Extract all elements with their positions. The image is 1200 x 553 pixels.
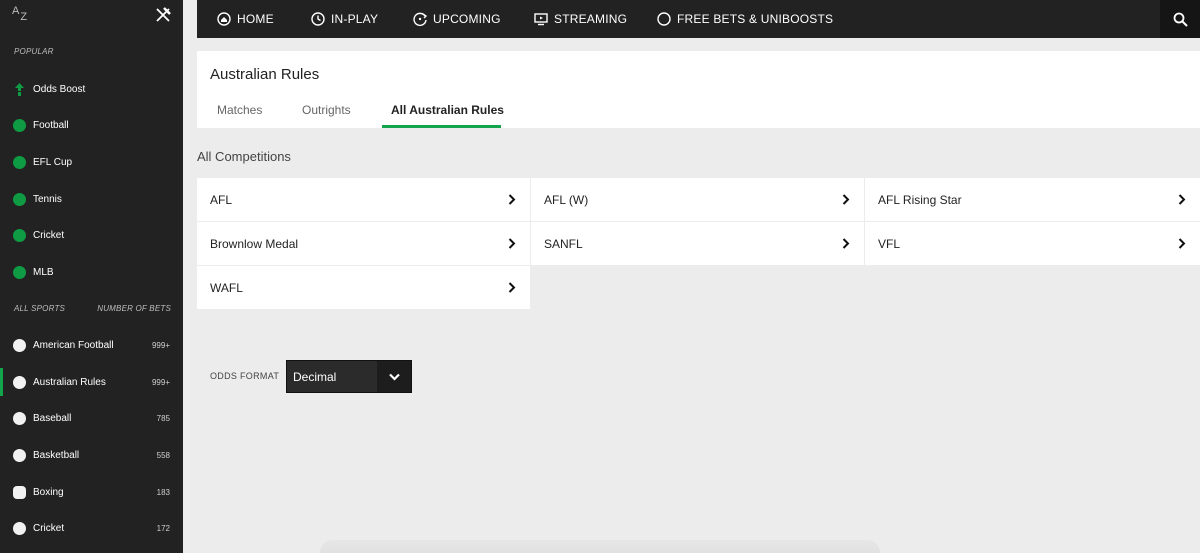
all-sports-heading: ALL SPORTS	[14, 304, 66, 313]
clock-icon	[311, 12, 325, 26]
active-tab-indicator	[382, 125, 501, 128]
nav-home[interactable]: HOME	[217, 0, 274, 38]
tennis-icon	[13, 192, 26, 206]
american-football-icon	[13, 338, 26, 352]
sidebar: AZ POPULAR Odds Boost Football EFL Cup T…	[0, 0, 183, 553]
sidebar-item-label: Baseball	[33, 412, 72, 424]
sidebar-item-efl-cup[interactable]: EFL Cup	[0, 144, 183, 180]
tab-all-australian-rules[interactable]: All Australian Rules	[391, 103, 504, 117]
sidebar-item-cricket-sport[interactable]: Cricket 172	[0, 510, 183, 546]
baseball-icon	[13, 265, 26, 279]
competition-vfl[interactable]: VFL	[865, 222, 1200, 265]
sidebar-item-label: Basketball	[33, 449, 80, 461]
sidebar-item-australian-rules[interactable]: Australian Rules 999+	[0, 364, 183, 400]
search-icon	[1173, 12, 1188, 27]
chevron-right-icon	[1178, 194, 1186, 205]
title-panel: Australian Rules Matches Outrights All A…	[197, 51, 1200, 128]
bet-count: 558	[156, 450, 170, 460]
footer-shadow	[320, 540, 880, 553]
competition-brownlow-medal[interactable]: Brownlow Medal	[197, 222, 530, 265]
tab-outrights[interactable]: Outrights	[302, 103, 351, 117]
sidebar-item-label: Cricket	[33, 522, 65, 534]
chevron-right-icon	[842, 238, 850, 249]
odds-format-select[interactable]: Decimal	[286, 360, 412, 393]
sidebar-item-label: EFL Cup	[33, 156, 73, 168]
competition-sanfl[interactable]: SANFL	[531, 222, 864, 265]
page-title: Australian Rules	[210, 66, 320, 83]
sidebar-item-label: Cricket	[33, 229, 65, 241]
search-button[interactable]	[1160, 0, 1200, 38]
section-heading: All Competitions	[197, 149, 291, 164]
sidebar-item-label: American Football	[33, 339, 114, 351]
sidebar-item-label: MLB	[33, 266, 54, 278]
odds-format-value: Decimal	[293, 370, 337, 384]
nav-upcoming[interactable]: UPCOMING	[413, 0, 501, 38]
sidebar-item-football[interactable]: Football	[0, 107, 183, 143]
chevron-right-icon	[842, 194, 850, 205]
chevron-right-icon	[508, 238, 516, 249]
basketball-icon	[13, 448, 26, 462]
sidebar-item-odds-boost[interactable]: Odds Boost	[0, 71, 183, 107]
sidebar-item-cricket[interactable]: Cricket	[0, 217, 183, 253]
top-nav: HOME IN-PLAY UPCOMING STREAMING FREE BET…	[197, 0, 1200, 38]
pin-icon[interactable]	[155, 7, 171, 23]
chevron-right-icon	[1178, 238, 1186, 249]
nav-free-bets[interactable]: FREE BETS & UNIBOOSTS	[657, 0, 833, 38]
home-icon	[217, 12, 231, 26]
nav-in-play[interactable]: IN-PLAY	[311, 0, 378, 38]
popular-heading: POPULAR	[14, 47, 54, 56]
sidebar-item-basketball[interactable]: Basketball 558	[0, 437, 183, 473]
odds-format-dropdown-button[interactable]	[377, 361, 411, 392]
cricket-icon	[13, 521, 26, 535]
sidebar-header: AZ	[0, 0, 183, 38]
competition-afl-w[interactable]: AFL (W)	[531, 178, 864, 221]
sidebar-item-label: Odds Boost	[33, 83, 86, 95]
sidebar-item-label: Boxing	[33, 486, 64, 498]
bet-count: 999+	[151, 340, 170, 350]
monitor-icon	[534, 13, 548, 26]
australian-rules-icon	[13, 375, 26, 389]
sidebar-item-label: Tennis	[33, 193, 62, 205]
chevron-right-icon	[508, 194, 516, 205]
az-sort-icon[interactable]: AZ	[12, 5, 27, 23]
bet-count: 999+	[151, 377, 170, 387]
sidebar-item-label: Football	[33, 119, 69, 131]
odds-format-label: ODDS FORMAT	[210, 371, 280, 381]
sidebar-item-baseball[interactable]: Baseball 785	[0, 400, 183, 436]
circle-icon	[657, 12, 671, 26]
baseball-icon	[13, 411, 26, 425]
sidebar-item-tennis[interactable]: Tennis	[0, 181, 183, 217]
upcoming-icon	[413, 12, 427, 26]
competition-wafl[interactable]: WAFL	[197, 266, 530, 309]
chevron-right-icon	[508, 282, 516, 293]
bet-count: 172	[156, 523, 170, 533]
sidebar-item-label: Australian Rules	[33, 376, 106, 388]
competition-afl-rising-star[interactable]: AFL Rising Star	[865, 178, 1200, 221]
sidebar-item-boxing[interactable]: Boxing 183	[0, 474, 183, 510]
sidebar-item-mlb[interactable]: MLB	[0, 254, 183, 290]
bet-count: 183	[156, 487, 170, 497]
cricket-icon	[13, 228, 26, 242]
boxing-glove-icon	[13, 485, 26, 499]
nav-streaming[interactable]: STREAMING	[534, 0, 627, 38]
sidebar-item-american-football[interactable]: American Football 999+	[0, 327, 183, 363]
bet-count: 785	[156, 413, 170, 423]
chevron-down-icon	[388, 373, 400, 381]
tab-matches[interactable]: Matches	[217, 103, 262, 117]
number-of-bets-heading: NUMBER OF BETS	[97, 304, 171, 313]
football-icon	[13, 118, 26, 132]
odds-boost-icon	[15, 82, 24, 96]
competition-afl[interactable]: AFL	[197, 178, 530, 221]
football-icon	[13, 155, 26, 169]
